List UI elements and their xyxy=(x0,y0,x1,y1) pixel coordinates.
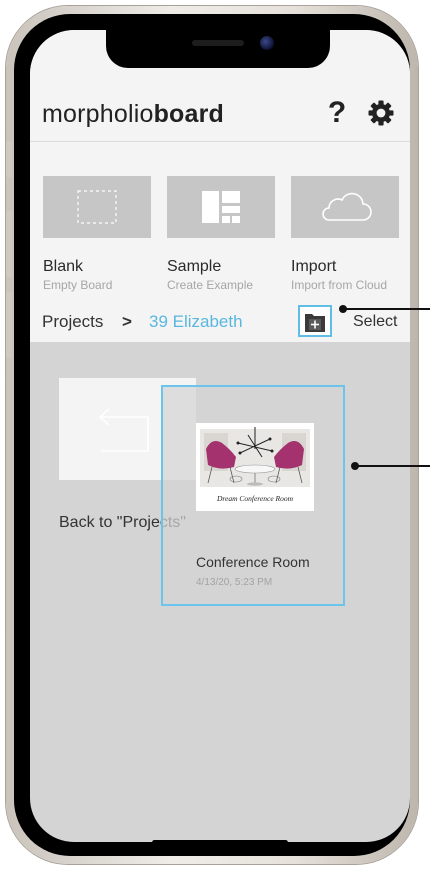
board-thumbnail-image: Dream Conference Room xyxy=(196,423,314,511)
settings-gear-icon[interactable] xyxy=(368,100,394,126)
breadcrumb-current: 39 Elizabeth xyxy=(149,312,243,331)
select-button[interactable]: Select xyxy=(353,313,397,331)
camera-icon xyxy=(260,36,274,50)
side-button xyxy=(6,211,12,277)
blank-sublabel: Empty Board xyxy=(43,278,113,292)
notch xyxy=(106,30,330,68)
board-date: 4/13/20, 5:23 PM xyxy=(196,577,273,588)
board-title: Conference Room xyxy=(196,554,310,570)
board-thumbnail: Dream Conference Room xyxy=(196,423,314,511)
sample-board-tile[interactable] xyxy=(167,176,275,238)
folder-plus-icon xyxy=(305,314,325,332)
import-cloud-tile[interactable] xyxy=(291,176,399,238)
side-button xyxy=(6,141,12,177)
header-panel: morpholioboard ? Blank Empty Board Sampl… xyxy=(30,30,410,342)
import-label[interactable]: Import xyxy=(291,258,336,276)
thumbnail-caption: Dream Conference Room xyxy=(216,494,294,503)
sample-label[interactable]: Sample xyxy=(167,258,221,276)
home-indicator[interactable] xyxy=(152,840,288,842)
app-screen: morpholioboard ? Blank Empty Board Sampl… xyxy=(30,30,410,842)
logo-bold: board xyxy=(153,100,225,128)
logo-regular: morpholio xyxy=(42,100,154,128)
side-button xyxy=(6,292,12,358)
callout-line xyxy=(355,465,430,467)
speaker-grille xyxy=(192,40,244,46)
import-sublabel: Import from Cloud xyxy=(291,278,388,292)
callout-line xyxy=(343,308,430,310)
cloud-icon xyxy=(322,192,372,221)
sample-sublabel: Create Example xyxy=(167,278,254,292)
header-divider xyxy=(30,141,410,142)
breadcrumb-separator: > xyxy=(122,312,132,331)
board-card-conference-room[interactable]: Dream Conference Room Conference Room 4/… xyxy=(161,385,345,606)
new-folder-button[interactable] xyxy=(298,305,332,337)
blank-board-icon xyxy=(77,190,117,224)
app-logo: morpholioboard xyxy=(42,100,224,129)
blank-label[interactable]: Blank xyxy=(43,258,83,276)
breadcrumb-projects[interactable]: Projects xyxy=(42,312,103,332)
layout-grid-icon xyxy=(202,191,240,223)
help-button[interactable]: ? xyxy=(324,96,350,130)
blank-board-tile[interactable] xyxy=(43,176,151,238)
